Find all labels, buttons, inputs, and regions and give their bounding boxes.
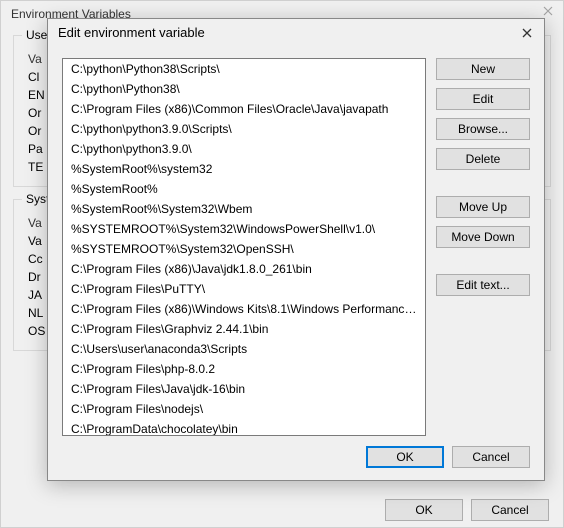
browse-button[interactable]: Browse... [436,118,530,140]
cancel-button[interactable]: Cancel [452,446,530,468]
path-item[interactable]: C:\Program Files (x86)\Windows Kits\8.1\… [63,299,425,319]
path-item[interactable]: %SystemRoot%\System32\Wbem [63,199,425,219]
path-item[interactable]: C:\Program Files\Java\jdk-16\bin [63,379,425,399]
dialog-title: Edit environment variable [58,25,205,40]
path-list[interactable]: C:\python\Python38\Scripts\C:\python\Pyt… [62,58,426,436]
edit-text-button[interactable]: Edit text... [436,274,530,296]
move-down-button[interactable]: Move Down [436,226,530,248]
path-item[interactable]: C:\Users\user\anaconda3\Scripts [63,339,425,359]
close-icon[interactable] [520,26,534,40]
path-item[interactable]: C:\python\Python38\Scripts\ [63,59,425,79]
delete-button[interactable]: Delete [436,148,530,170]
path-item[interactable]: C:\ProgramData\chocolatey\bin [63,419,425,436]
edit-env-var-dialog: Edit environment variable C:\python\Pyth… [47,18,545,481]
path-item[interactable]: C:\Program Files (x86)\Common Files\Orac… [63,99,425,119]
cancel-button[interactable]: Cancel [471,499,549,521]
side-buttons: New Edit Browse... Delete Move Up Move D… [436,58,530,436]
ok-button[interactable]: OK [385,499,463,521]
path-item[interactable]: %SYSTEMROOT%\System32\OpenSSH\ [63,239,425,259]
path-item[interactable]: C:\python\Python38\ [63,79,425,99]
close-icon[interactable] [543,5,557,19]
path-item[interactable]: %SystemRoot% [63,179,425,199]
move-up-button[interactable]: Move Up [436,196,530,218]
edit-button[interactable]: Edit [436,88,530,110]
path-item[interactable]: C:\Program Files (x86)\Java\jdk1.8.0_261… [63,259,425,279]
new-button[interactable]: New [436,58,530,80]
ok-button[interactable]: OK [366,446,444,468]
path-item[interactable]: C:\python\python3.9.0\Scripts\ [63,119,425,139]
path-item[interactable]: C:\Program Files\php-8.0.2 [63,359,425,379]
path-item[interactable]: %SystemRoot%\system32 [63,159,425,179]
path-item[interactable]: C:\Program Files\nodejs\ [63,399,425,419]
path-item[interactable]: C:\Program Files\PuTTY\ [63,279,425,299]
path-item[interactable]: C:\python\python3.9.0\ [63,139,425,159]
path-item[interactable]: C:\Program Files\Graphviz 2.44.1\bin [63,319,425,339]
path-item[interactable]: %SYSTEMROOT%\System32\WindowsPowerShell\… [63,219,425,239]
